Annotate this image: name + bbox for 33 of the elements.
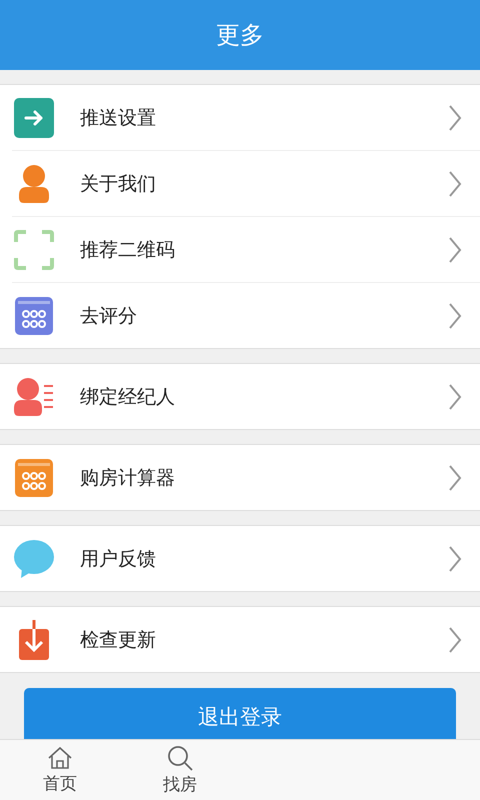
menu-item[interactable]: 推荐二维码 xyxy=(12,217,480,283)
menu-label: 用户反馈 xyxy=(80,546,157,572)
menu-item[interactable]: 关于我们 xyxy=(12,151,480,217)
menu-label: 推荐二维码 xyxy=(80,238,176,262)
tab-label[interactable]: 首页 xyxy=(43,772,77,795)
home-icon[interactable] xyxy=(46,746,74,770)
chevron-icon xyxy=(448,170,462,198)
search-icon[interactable] xyxy=(166,744,194,771)
calculator-icon xyxy=(15,296,53,334)
chat-bubble-icon xyxy=(14,540,54,578)
page-title: 更多 xyxy=(216,20,264,51)
person-icon xyxy=(19,164,49,202)
chevron-icon xyxy=(448,302,462,330)
chevron-icon xyxy=(448,104,462,132)
menu-item[interactable]: 推送设置 xyxy=(12,85,480,151)
tab-label[interactable]: 找房 xyxy=(163,772,197,796)
menu-label: 购房计算器 xyxy=(80,466,176,490)
menu-label: 去评分 xyxy=(80,304,138,328)
menu-label: 检查更新 xyxy=(80,628,157,652)
menu-label: 绑定经纪人 xyxy=(80,384,176,410)
chevron-icon xyxy=(448,626,462,654)
logout-button[interactable]: 退出登录 xyxy=(24,688,456,740)
chevron-icon xyxy=(448,382,462,410)
chevron-icon xyxy=(448,544,462,572)
calculator-icon xyxy=(15,458,53,496)
menu-label: 推送设置 xyxy=(80,106,157,130)
scan-frame-icon xyxy=(14,230,54,270)
menu-item[interactable]: 去评分 xyxy=(12,283,480,348)
menu-label: 关于我们 xyxy=(80,172,157,196)
chevron-icon xyxy=(448,236,462,264)
person-list-icon xyxy=(14,378,54,416)
download-icon xyxy=(19,620,49,660)
chevron-icon xyxy=(448,464,462,492)
